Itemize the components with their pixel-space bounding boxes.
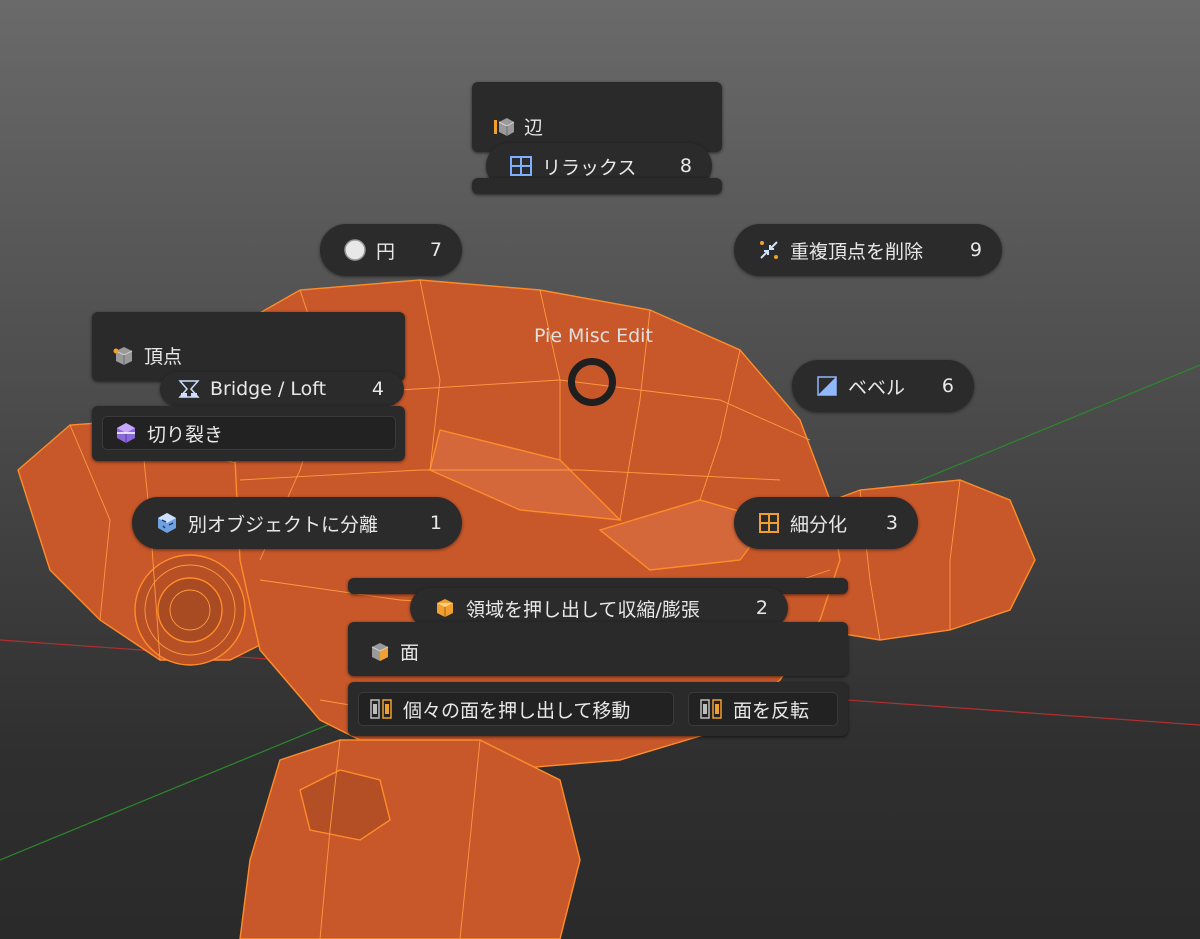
extrude-individual-button[interactable]: 個々の面を押し出して移動 bbox=[358, 692, 674, 726]
circle-label: 円 bbox=[376, 240, 396, 263]
extrude-label: 領域を押し出して収縮/膨張 bbox=[466, 598, 700, 621]
separate-label: 別オブジェクトに分離 bbox=[188, 513, 379, 536]
face-cube-icon bbox=[368, 640, 392, 664]
relax-icon bbox=[508, 153, 534, 179]
bevel-button[interactable]: ベベル 6 bbox=[792, 360, 974, 412]
extrude-hotkey: 2 bbox=[755, 597, 768, 619]
subdivide-button[interactable]: 細分化 3 bbox=[734, 497, 918, 549]
subdivide-hotkey: 3 bbox=[885, 512, 898, 534]
edge-panel-label: 辺 bbox=[524, 117, 544, 139]
rip-label: 切り裂き bbox=[147, 423, 224, 446]
extrude-individual-icon bbox=[369, 696, 395, 722]
extrude-individual-label: 個々の面を押し出して移動 bbox=[403, 699, 631, 722]
subdivide-icon bbox=[756, 510, 782, 536]
bridge-loft-button[interactable]: Bridge / Loft 4 bbox=[160, 372, 404, 406]
bridge-hotkey: 4 bbox=[371, 378, 384, 400]
relax-label: リラックス bbox=[542, 156, 637, 179]
bridge-icon bbox=[176, 376, 202, 402]
rip-button[interactable]: 切り裂き bbox=[102, 416, 396, 450]
merge-icon bbox=[756, 237, 782, 263]
face-panel-label: 面 bbox=[400, 642, 420, 664]
separate-icon bbox=[154, 510, 180, 536]
flip-label: 面を反転 bbox=[733, 699, 810, 722]
bridge-label: Bridge / Loft bbox=[210, 378, 327, 400]
circle-button[interactable]: 円 7 bbox=[320, 224, 462, 276]
pie-center-ring bbox=[568, 358, 616, 406]
separate-button[interactable]: 別オブジェクトに分離 1 bbox=[132, 497, 462, 549]
merge-by-distance-button[interactable]: 重複頂点を削除 9 bbox=[734, 224, 1002, 276]
edge-panel-header[interactable]: 辺 bbox=[492, 113, 543, 140]
merge-label: 重複頂点を削除 bbox=[790, 240, 924, 263]
bevel-hotkey: 6 bbox=[941, 375, 954, 397]
edge-cube-icon bbox=[492, 115, 516, 139]
flip-normals-button[interactable]: 面を反転 bbox=[688, 692, 838, 726]
bevel-label: ベベル bbox=[848, 376, 906, 399]
pie-menu-title: Pie Misc Edit bbox=[534, 325, 653, 347]
relax-hotkey: 8 bbox=[679, 155, 692, 177]
circle-icon bbox=[342, 237, 368, 263]
vertex-panel-label: 頂点 bbox=[144, 346, 183, 368]
edge-panel-footer bbox=[472, 178, 722, 194]
bevel-icon bbox=[814, 373, 840, 399]
merge-hotkey: 9 bbox=[969, 239, 982, 261]
vertex-cube-icon bbox=[112, 344, 136, 368]
subdivide-label: 細分化 bbox=[790, 513, 848, 536]
rip-icon bbox=[113, 420, 139, 446]
flip-icon bbox=[699, 696, 725, 722]
face-panel bbox=[348, 622, 848, 676]
vertex-panel-header[interactable]: 頂点 bbox=[112, 342, 182, 369]
face-panel-header[interactable]: 面 bbox=[368, 638, 419, 665]
circle-hotkey: 7 bbox=[429, 239, 442, 261]
3d-viewport[interactable]: 辺 リラックス 8 円 7 重複頂点を削除 9 Pie Misc Edit 頂点 bbox=[0, 0, 1200, 939]
extrude-icon bbox=[432, 595, 458, 621]
separate-hotkey: 1 bbox=[429, 512, 442, 534]
